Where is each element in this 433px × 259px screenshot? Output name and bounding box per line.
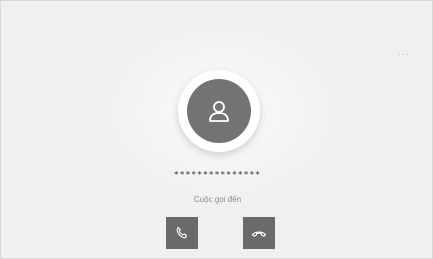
decline-call-button[interactable] bbox=[243, 217, 275, 249]
incoming-call-screen: ··· *************** Cuộc gọi đến bbox=[0, 0, 433, 259]
accept-call-button[interactable] bbox=[166, 217, 198, 249]
caller-avatar bbox=[187, 79, 251, 143]
person-icon bbox=[209, 101, 229, 122]
call-status-label: Cuộc gọi đến bbox=[193, 195, 242, 204]
more-icon[interactable]: ··· bbox=[397, 51, 410, 61]
phone-icon bbox=[176, 226, 188, 239]
caller-avatar-ring bbox=[178, 70, 260, 152]
caller-number: *************** bbox=[173, 170, 262, 179]
hang-up-icon bbox=[251, 231, 267, 237]
